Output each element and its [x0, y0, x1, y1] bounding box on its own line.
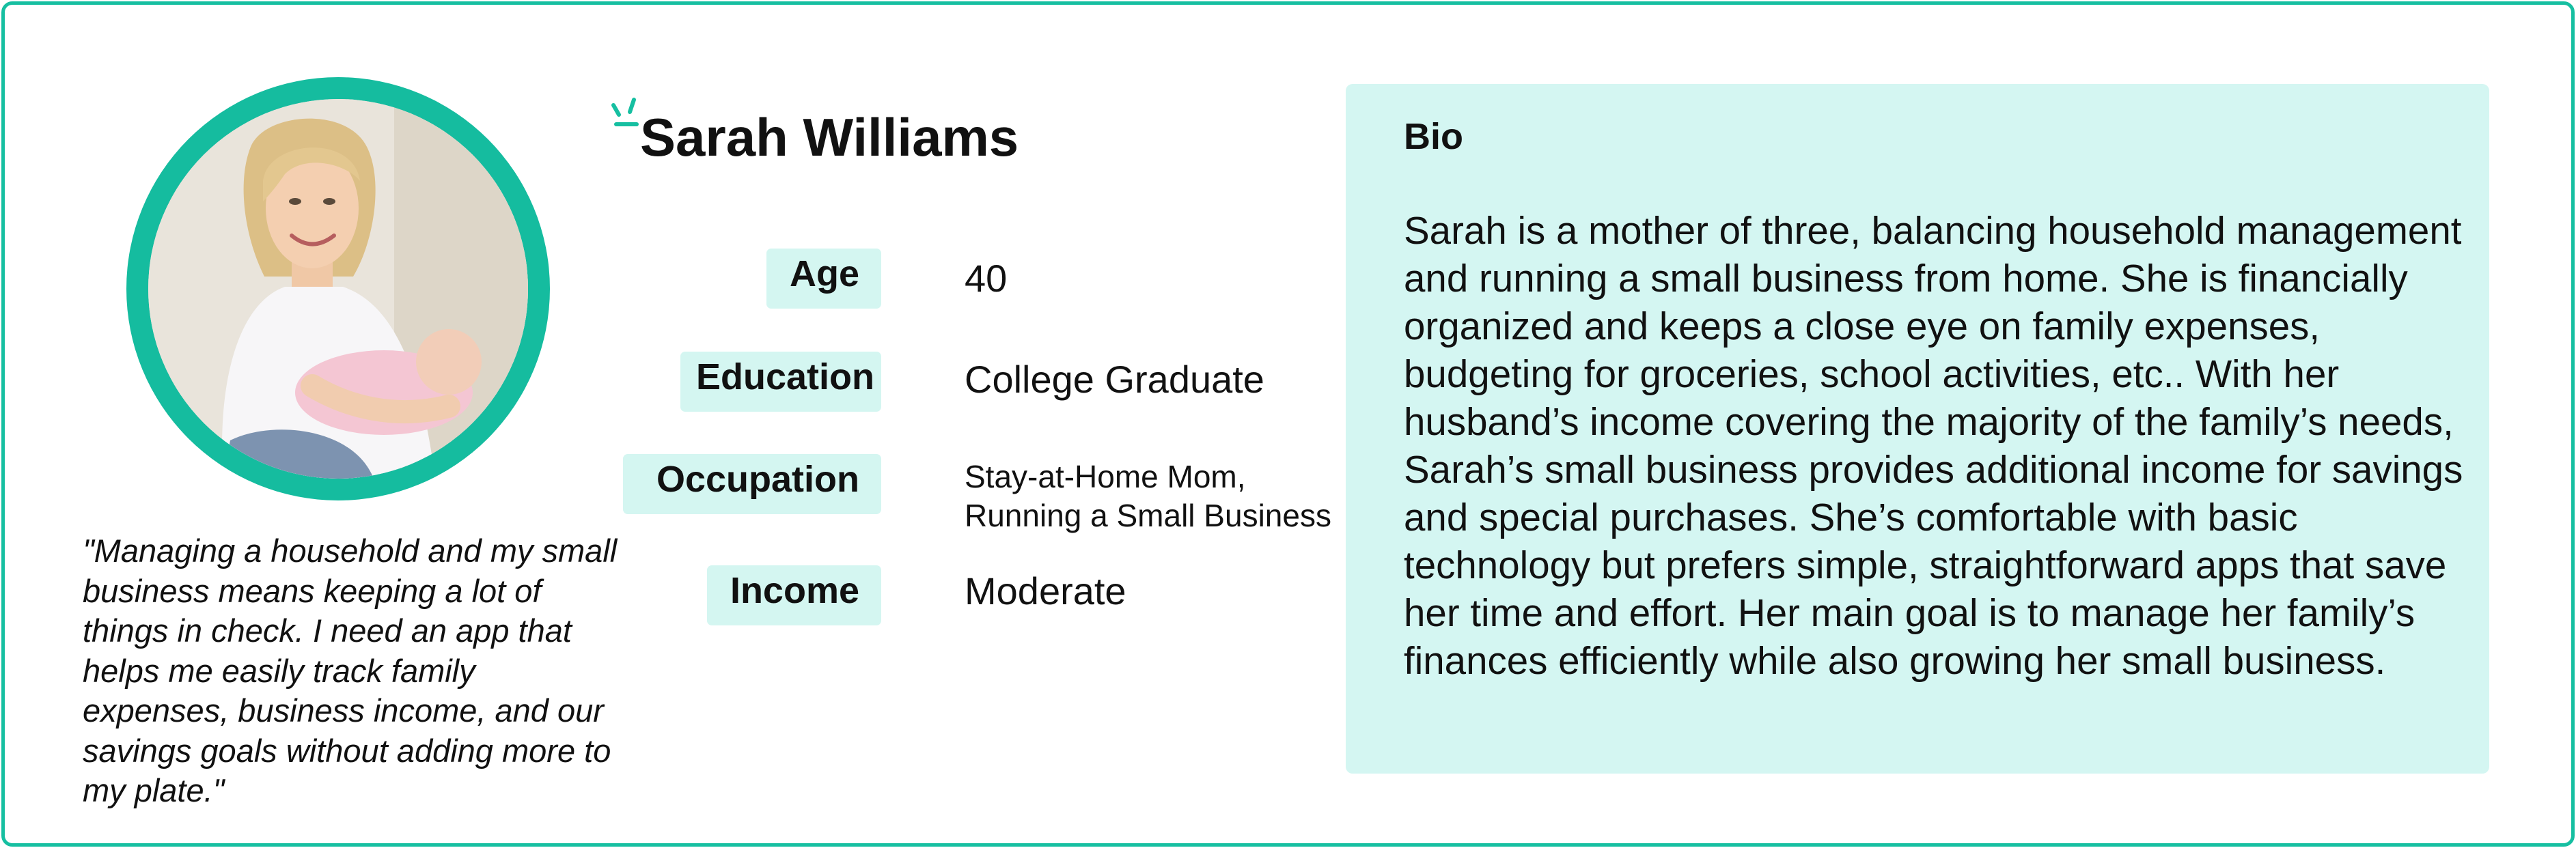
- occupation-value-line2: Running a Small Business: [965, 498, 1331, 533]
- avatar-ring: [126, 77, 550, 500]
- income-value: Moderate: [965, 569, 1126, 612]
- education-label: Education: [680, 352, 881, 412]
- occupation-label: Occupation: [623, 454, 881, 514]
- age-label: Age: [766, 249, 881, 309]
- bio-text: Sarah is a mother of three, balancing ho…: [1404, 209, 2463, 682]
- bio-panel: Bio Sarah is a mother of three, balancin…: [1346, 84, 2489, 774]
- education-value: College Graduate: [965, 358, 1264, 401]
- persona-name: Sarah Williams: [640, 107, 1019, 167]
- spark-accent-icon: [611, 98, 639, 126]
- persona-quote: "Managing a household and my small busin…: [83, 533, 618, 808]
- mother-with-baby-photo: [148, 99, 528, 479]
- bio-title: Bio: [1404, 116, 1463, 157]
- age-value: 40: [965, 257, 1008, 300]
- income-label: Income: [707, 565, 881, 625]
- avatar: [148, 99, 528, 479]
- occupation-value: Stay-at-Home Mom, Running a Small Busine…: [965, 457, 1331, 535]
- occupation-value-line1: Stay-at-Home Mom,: [965, 459, 1246, 494]
